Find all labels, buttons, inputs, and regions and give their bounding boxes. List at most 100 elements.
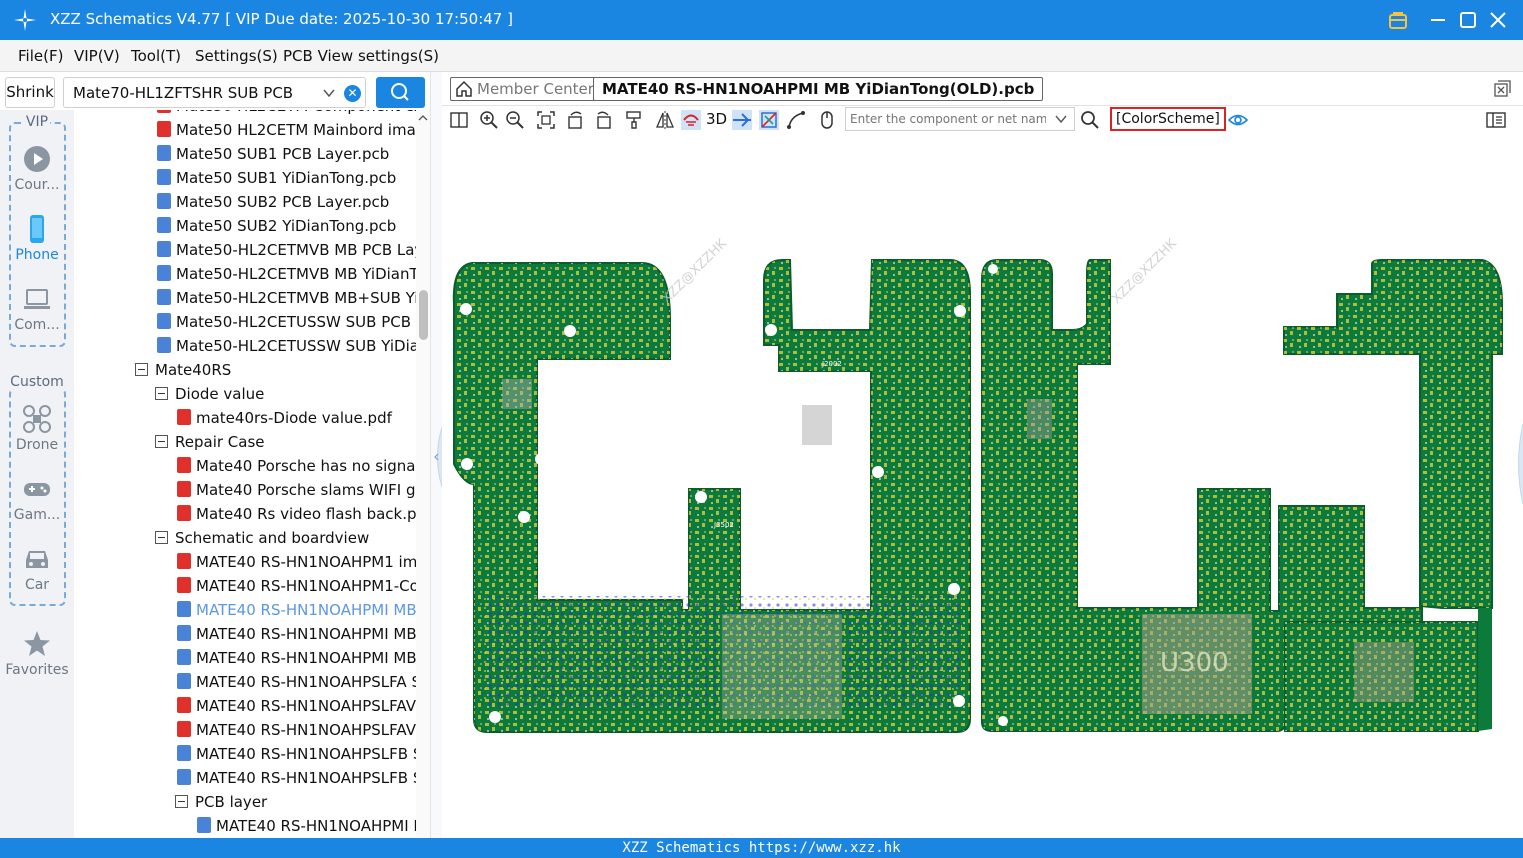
fit-view-icon[interactable] [536,110,556,130]
trace-icon[interactable] [759,110,779,130]
tree-file[interactable]: Mate50-HL2CETUSSW SUB YiDian [157,337,416,361]
split-view-icon[interactable] [449,110,469,130]
pdf-file-icon [157,121,171,137]
tree-scrollbar[interactable] [416,110,430,838]
chevron-down-icon[interactable] [1054,112,1068,126]
tree-file[interactable]: MATE40 RS-HN1NOAHPSLFAVE [177,721,416,745]
pane-splitter[interactable] [430,72,443,838]
tree-file[interactable]: MATE40 RS-HN1NOAHPMI MB [177,625,416,649]
side-panel-icon[interactable] [1486,110,1506,130]
measure-icon[interactable] [786,110,806,130]
tab-member-center[interactable]: Member Center [450,77,603,101]
collapse-toggle-icon[interactable] [155,531,168,544]
mouse-icon[interactable] [817,110,837,130]
tree-folder[interactable]: Schematic and boardview [155,529,416,553]
tree-file[interactable]: Mate50-HL2CETMVB MB PCB Laye [157,241,416,265]
shrink-button[interactable]: Shrink [5,77,55,108]
tree-file[interactable]: Mate50 SUB2 PCB Layer.pcb [157,193,416,217]
tree-file[interactable]: MATE40 RS-HN1NOAHPMI MB [177,601,416,625]
vip-bag-icon[interactable] [1386,8,1410,32]
rail-item-courses[interactable]: Cour... [0,144,74,193]
tree-file[interactable]: Mate40 Porsche slams WIFI grey [177,481,416,505]
search-icon[interactable] [1080,110,1100,130]
component-search-input[interactable] [846,108,1046,130]
tree-file[interactable]: Mate40 Rs video flash back.pdf [177,505,416,529]
tree-item-label: Schematic and boardview [175,529,370,547]
menu-file[interactable]: File(F) [18,47,63,65]
chevron-down-icon[interactable] [322,86,336,100]
tree-file[interactable]: Mate50 SUB1 YiDianTong.pcb [157,169,416,193]
label-u300: U300 [1160,648,1229,678]
tree-file[interactable]: Mate50-HL2CETUSSW SUB PCB La [157,313,416,337]
tree-file[interactable]: Mate50 HL2CETM Component exp [157,110,416,121]
menu-pcb-view-settings[interactable]: PCB View settings(S) [283,47,439,65]
tree-scrollbar-thumb[interactable] [419,290,428,340]
paint-brush-icon[interactable] [624,110,644,130]
eye-icon[interactable] [1228,110,1248,130]
app-window: XZZ Schematics V4.77 [ VIP Due date: 202… [0,0,1523,858]
pcb-canvas[interactable]: J2002 J3502 U300 XZZ@XZZHK XZZ@XZZHK [442,134,1523,838]
tree-file[interactable]: MATE40 RS-HN1NOAHPM1 ima [177,553,416,577]
collapse-toggle-icon[interactable] [155,435,168,448]
tree-file[interactable]: MATE40 RS-HN1NOAHPSLFB SI [177,769,416,793]
pin-icon[interactable] [732,110,752,130]
component-search[interactable] [845,107,1075,131]
pcb-file-icon [177,625,191,641]
menu-tool[interactable]: Tool(T) [131,47,181,65]
right-panel-handle[interactable] [1518,423,1523,505]
tree-file[interactable]: MATE40 RS-HN1NOAHPSLFB SI [177,745,416,769]
rail-item-gaming[interactable]: Gam... [0,474,74,523]
rotate-right-icon[interactable] [593,110,613,130]
minimize-button[interactable] [1426,8,1450,32]
tree-item-label: PCB layer [195,793,268,811]
scroll-up-icon[interactable] [416,112,430,124]
tree-file[interactable]: Mate40 Porsche has no signal.p [177,457,416,481]
tree-folder[interactable]: Repair Case [155,433,416,457]
rail-item-drone[interactable]: Drone [0,404,74,453]
zoom-in-icon[interactable] [479,110,499,130]
pcb-board-view[interactable]: J2002 J3502 U300 XZZ@XZZHK XZZ@XZZHK [442,134,1523,838]
menu-settings[interactable]: Settings(S) [195,47,278,65]
close-button[interactable] [1486,8,1510,32]
collapse-toggle-icon[interactable] [175,795,188,808]
tree-file[interactable]: Mate50-HL2CETMVB MB YiDianTo [157,265,416,289]
search-icon [391,83,409,101]
rail-item-car[interactable]: Car [0,544,74,593]
zoom-out-icon[interactable] [505,110,525,130]
tree-file[interactable]: MATE40 RS-HN1NOAHPMI MB [177,649,416,673]
clear-icon[interactable]: ✕ [344,85,361,102]
color-scheme-button[interactable]: [ColorScheme] [1110,107,1226,131]
rotate-left-icon[interactable] [566,110,586,130]
pcb-selector[interactable]: Mate70-HL1ZFTSHR SUB PCB ✕ [63,77,366,108]
tree-file[interactable]: MATE40 RS-HN1NOAHPMI I [197,817,416,838]
vip-group-title: VIP [23,114,51,130]
close-tabs-icon[interactable] [1492,79,1512,99]
maximize-button[interactable] [1456,8,1480,32]
pcb-file-icon [157,193,171,209]
tree-file[interactable]: MATE40 RS-HN1NOAHPSLFA SI [177,673,416,697]
3d-view-button[interactable]: 3D [706,110,727,128]
collapse-toggle-icon[interactable] [155,387,168,400]
rail-item-favorites[interactable]: Favorites [0,629,74,678]
tree-folder[interactable]: PCB layer [175,793,416,817]
tree-folder[interactable]: Diode value [155,385,416,409]
tree-file[interactable]: Mate50-HL2CETMVB MB+SUB YiD [157,289,416,313]
tree-file[interactable]: Mate50 SUB2 YiDianTong.pcb [157,217,416,241]
pcb-file-icon [157,265,171,281]
net-highlight-icon[interactable] [681,110,701,130]
mirror-icon[interactable] [655,110,675,130]
tree-folder[interactable]: Mate40RS [135,361,416,385]
tree-file[interactable]: mate40rs-Diode value.pdf [177,409,416,433]
search-button[interactable] [376,77,425,108]
rail-item-phone[interactable]: Phone [0,214,74,263]
tree-file[interactable]: MATE40 RS-HN1NOAHPM1-Co [177,577,416,601]
pcb-file-icon [177,649,191,665]
pdf-file-icon [177,409,191,425]
tree-file[interactable]: Mate50 SUB1 PCB Layer.pcb [157,145,416,169]
collapse-toggle-icon[interactable] [135,363,148,376]
rail-item-computer[interactable]: Com... [0,284,74,333]
tree-file[interactable]: MATE40 RS-HN1NOAHPSLFAVE [177,697,416,721]
tab-active-file[interactable]: MATE40 RS-HN1NOAHPMI MB YiDianTong(OLD).… [593,77,1044,101]
menu-vip[interactable]: VIP(V) [74,47,120,65]
tree-file[interactable]: Mate50 HL2CETM Mainbord imag [157,121,416,145]
